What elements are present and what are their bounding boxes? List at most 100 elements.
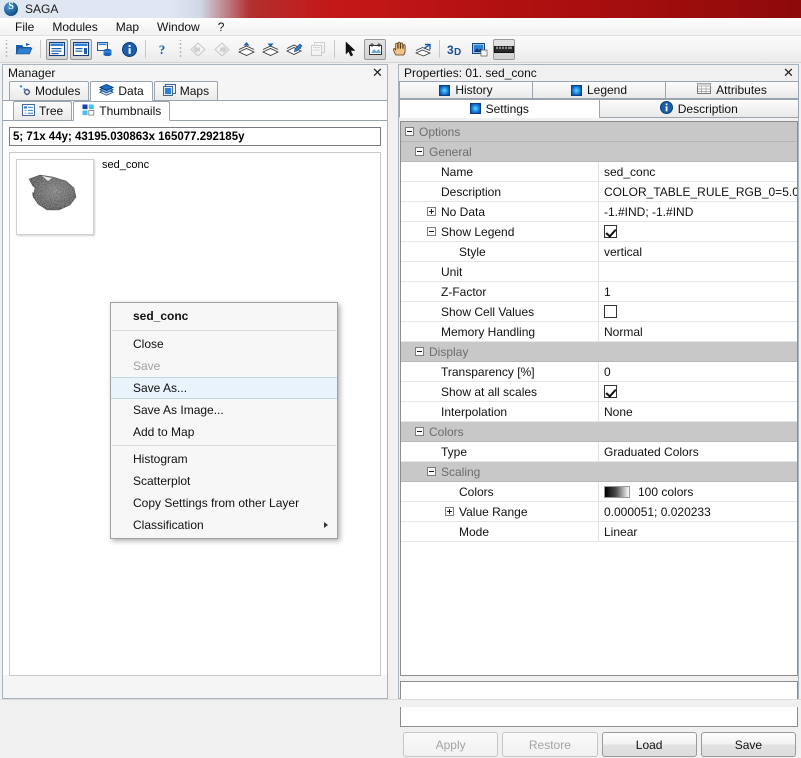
property-row[interactable]: Show at all scales (401, 382, 797, 402)
context-item-close[interactable]: Close (111, 333, 337, 355)
subtab-thumbnails[interactable]: Thumbnails (73, 101, 171, 121)
property-value[interactable]: Linear (599, 522, 797, 541)
tab-attributes[interactable]: Attributes (665, 81, 799, 99)
menu-help[interactable]: ? (209, 19, 234, 35)
property-row[interactable]: Name sed_conc (401, 162, 797, 182)
tab-description[interactable]: Description (598, 99, 799, 118)
tab-history[interactable]: History (399, 81, 533, 99)
property-value[interactable]: 1 (599, 282, 797, 301)
collapse-minus-icon[interactable] (415, 147, 424, 156)
menu-map[interactable]: Map (107, 19, 148, 35)
tab-legend[interactable]: Legend (532, 81, 666, 99)
property-value[interactable]: Graduated Colors (599, 442, 797, 461)
info-icon[interactable] (118, 39, 140, 60)
property-value[interactable] (599, 262, 797, 281)
property-value[interactable] (599, 302, 797, 321)
tab-settings[interactable]: Settings (399, 99, 600, 118)
property-value[interactable]: 100 colors (599, 482, 797, 501)
show-properties-icon[interactable] (70, 38, 92, 60)
property-value[interactable]: 0.000051; 0.020233 (599, 502, 797, 521)
property-row[interactable]: Show Cell Values (401, 302, 797, 322)
collapse-minus-icon[interactable] (427, 467, 436, 476)
property-row[interactable]: Transparency [%] 0 (401, 362, 797, 382)
property-value[interactable] (599, 222, 797, 241)
property-row[interactable]: Mode Linear (401, 522, 797, 542)
expand-plus-icon[interactable] (445, 507, 454, 516)
menu-window[interactable]: Window (148, 19, 209, 35)
collapse-minus-icon[interactable] (415, 347, 424, 356)
tab-data[interactable]: Data (90, 81, 153, 101)
collapse-minus-icon[interactable] (427, 227, 436, 236)
property-group-row: General (401, 142, 797, 162)
color-ramp-swatch[interactable] (604, 485, 630, 498)
property-row[interactable]: Type Graduated Colors (401, 442, 797, 462)
arrow-right-diamond-icon[interactable] (211, 39, 233, 60)
manager-close-icon[interactable]: ✕ (370, 65, 385, 80)
save-image-icon[interactable] (469, 39, 491, 60)
measure-ruler-icon[interactable] (493, 38, 515, 60)
zoom-extent-icon[interactable] (412, 39, 434, 60)
properties-grid[interactable]: Options General Name sed_conc Description COL… (400, 121, 798, 676)
copy-layers-icon[interactable] (307, 39, 329, 60)
tab-modules[interactable]: Modules (9, 81, 90, 100)
checkbox-checked-icon[interactable] (604, 225, 617, 238)
coordinate-info-strip: 5; 71x 44y; 43195.030863x 165077.292185y (9, 127, 381, 146)
property-value[interactable]: None (599, 402, 797, 421)
property-value[interactable]: 0 (599, 362, 797, 381)
collapse-minus-icon[interactable] (415, 427, 424, 436)
context-item-scatterplot[interactable]: Scatterplot (111, 470, 337, 492)
property-name: Scaling (401, 462, 797, 481)
menu-file[interactable]: File (6, 19, 43, 35)
property-label: Transparency [%] (441, 364, 535, 379)
checkbox-checked-icon[interactable] (604, 385, 617, 398)
property-row[interactable]: Value Range 0.000051; 0.020233 (401, 502, 797, 522)
zoom-rect-icon[interactable] (364, 38, 386, 60)
context-item-save-as[interactable]: Save As... (111, 377, 337, 399)
menu-modules[interactable]: Modules (43, 19, 106, 35)
toolbar-grip[interactable] (177, 39, 184, 59)
property-label: Mode (459, 524, 490, 539)
property-row[interactable]: Unit (401, 262, 797, 282)
context-item-histogram[interactable]: Histogram (111, 448, 337, 470)
3d-view-icon[interactable]: 3 D (445, 39, 467, 60)
arrow-left-diamond-icon[interactable] (187, 39, 209, 60)
property-row[interactable]: No Data -1.#IND; -1.#IND (401, 202, 797, 222)
property-row[interactable]: Description COLOR_TABLE_RULE_RGB_0=5.0922 (401, 182, 797, 202)
tab-maps[interactable]: Maps (153, 81, 219, 100)
collapse-minus-icon[interactable] (405, 127, 414, 136)
property-value-text: 0.000051; 0.020233 (604, 504, 711, 519)
context-item-copy-settings[interactable]: Copy Settings from other Layer (111, 492, 337, 514)
show-data-source-icon[interactable] (94, 39, 116, 60)
toolbar-grip[interactable] (3, 39, 10, 59)
subtab-tree[interactable]: Tree (13, 101, 73, 120)
save-button[interactable]: Save (700, 732, 796, 757)
layer-up-icon[interactable] (235, 39, 257, 60)
property-row[interactable]: Memory Handling Normal (401, 322, 797, 342)
layers-edit-icon[interactable] (283, 39, 305, 60)
context-item-add-to-map[interactable]: Add to Map (111, 421, 337, 443)
property-row[interactable]: Show Legend (401, 222, 797, 242)
property-row[interactable]: Interpolation None (401, 402, 797, 422)
context-item-save-as-image[interactable]: Save As Image... (111, 399, 337, 421)
checkbox-unchecked-icon[interactable] (604, 305, 617, 318)
context-item-classification[interactable]: Classification (111, 514, 337, 536)
thumbnail-item-sed-conc[interactable] (16, 159, 94, 235)
property-value[interactable]: -1.#IND; -1.#IND (599, 202, 797, 221)
load-button[interactable]: Load (601, 732, 697, 757)
expand-plus-icon[interactable] (427, 207, 436, 216)
property-row[interactable]: Z-Factor 1 (401, 282, 797, 302)
help-question-icon[interactable]: ? (151, 39, 173, 60)
show-manager-icon[interactable] (46, 38, 68, 60)
properties-close-icon[interactable]: ✕ (781, 65, 796, 80)
property-value[interactable]: vertical (599, 242, 797, 261)
layer-down-icon[interactable] (259, 39, 281, 60)
pan-hand-icon[interactable] (388, 39, 410, 60)
pointer-arrow-icon[interactable] (340, 39, 362, 60)
property-value[interactable]: sed_conc (599, 162, 797, 181)
property-value[interactable]: COLOR_TABLE_RULE_RGB_0=5.0922 (599, 182, 797, 201)
property-row[interactable]: Style vertical (401, 242, 797, 262)
open-folder-icon[interactable] (13, 39, 35, 60)
property-value[interactable]: Normal (599, 322, 797, 341)
property-value[interactable] (599, 382, 797, 401)
property-row[interactable]: Colors 100 colors (401, 482, 797, 502)
